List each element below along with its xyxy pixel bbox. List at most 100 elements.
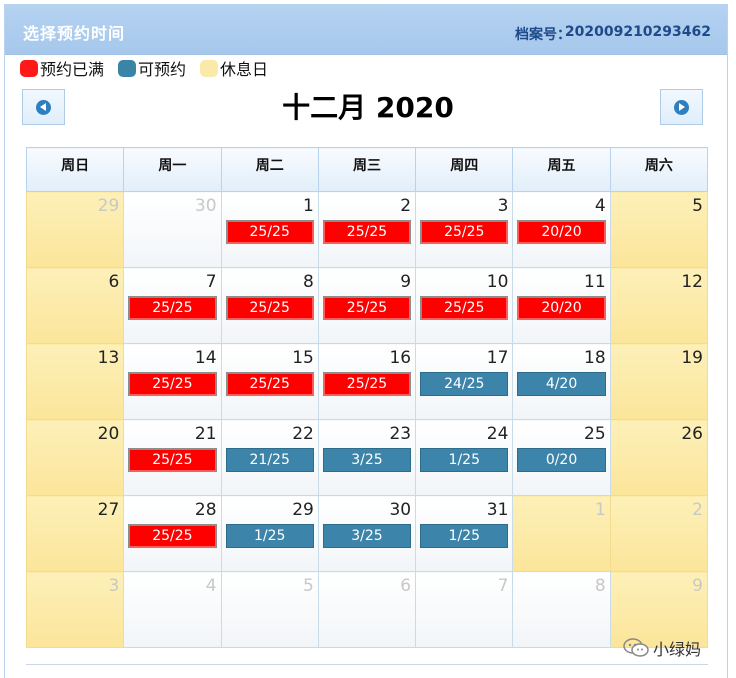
slot-full-badge[interactable]: 25/25 xyxy=(225,296,314,320)
wechat-icon xyxy=(623,638,649,658)
calendar-body: 29 30 1 25/25 2 25/25 3 25/25 4 20/20 5 6 7 25/25 8 25/… xyxy=(25,191,709,648)
calendar-day-cell[interactable]: 29 1/25 xyxy=(220,495,319,572)
calendar-week-row: 3 4 5 6 7 8 9 xyxy=(25,571,709,648)
slot-available-button[interactable]: 1/25 xyxy=(420,448,509,472)
prev-month-button[interactable] xyxy=(22,89,65,125)
day-number: 13 xyxy=(97,348,120,368)
calendar-day-cell[interactable]: 28 25/25 xyxy=(123,495,222,572)
calendar-day-cell: 20 xyxy=(25,419,125,496)
calendar-day-cell: 27 xyxy=(25,495,125,572)
weekday-header-row: 周日 周一 周二 周三 周四 周五 周六 xyxy=(25,147,709,192)
weekday-header: 周二 xyxy=(220,147,319,192)
calendar-day-cell[interactable]: 14 25/25 xyxy=(123,343,222,420)
slot-available-button[interactable]: 1/25 xyxy=(420,524,509,548)
calendar-day-cell[interactable]: 23 3/25 xyxy=(317,419,417,496)
slot-full-badge[interactable]: 25/25 xyxy=(322,220,412,244)
calendar-day-cell: 26 xyxy=(609,419,709,496)
day-number: 19 xyxy=(681,348,703,368)
calendar-day-cell: 3 xyxy=(25,571,125,648)
full-swatch xyxy=(20,59,38,77)
day-number: 9 xyxy=(400,272,412,292)
next-month-button[interactable] xyxy=(660,89,703,125)
legend-label-rest: 休息日 xyxy=(220,60,269,79)
file-number-value: 202009210293462 xyxy=(564,24,711,40)
slot-full-badge[interactable]: 25/25 xyxy=(420,220,509,244)
calendar-week-row: 29 30 1 25/25 2 25/25 3 25/25 4 20/20 5 xyxy=(25,191,709,268)
calendar-day-cell[interactable]: 31 1/25 xyxy=(415,495,514,572)
panel-header: 选择预约时间 档案号： 202009210293462 xyxy=(5,5,727,55)
day-number: 24 xyxy=(486,424,509,444)
calendar-day-cell[interactable]: 10 25/25 xyxy=(415,267,514,344)
slot-available-button[interactable]: 24/25 xyxy=(420,372,509,396)
calendar-grid: 周日 周一 周二 周三 周四 周五 周六 29 30 1 25/25 2 25/25 3 25/25 4 20… xyxy=(25,147,709,648)
calendar-day-cell[interactable]: 3 25/25 xyxy=(415,191,514,268)
chevron-left-icon xyxy=(36,99,51,115)
weekday-header: 周三 xyxy=(317,147,417,192)
slot-full-badge[interactable]: 25/25 xyxy=(225,220,314,244)
watermark: 小绿妈 xyxy=(623,636,701,660)
slot-full-badge[interactable]: 25/25 xyxy=(322,372,412,396)
slot-full-badge[interactable]: 25/25 xyxy=(128,372,217,396)
calendar-day-cell[interactable]: 2 25/25 xyxy=(317,191,417,268)
day-number: 6 xyxy=(108,272,120,292)
day-number: 1 xyxy=(303,196,314,216)
legend-label-full: 预约已满 xyxy=(40,60,105,79)
day-number: 4 xyxy=(594,196,606,216)
slot-full-badge[interactable]: 25/25 xyxy=(420,296,509,320)
day-number: 7 xyxy=(497,576,509,596)
slot-full-badge[interactable]: 25/25 xyxy=(225,372,314,396)
slot-available-button[interactable]: 21/25 xyxy=(225,448,314,472)
legend-label-available: 可预约 xyxy=(138,60,187,79)
day-number: 29 xyxy=(97,196,120,216)
day-number: 10 xyxy=(486,272,509,292)
calendar-day-cell: 6 xyxy=(317,571,417,648)
calendar-day-cell[interactable]: 22 21/25 xyxy=(220,419,319,496)
calendar-day-cell[interactable]: 1 25/25 xyxy=(220,191,319,268)
slot-full-badge[interactable]: 25/25 xyxy=(128,524,217,548)
slot-available-button[interactable]: 3/25 xyxy=(322,448,412,472)
slot-full-badge[interactable]: 20/20 xyxy=(517,220,606,244)
day-number: 2 xyxy=(400,196,412,216)
calendar-day-cell[interactable]: 24 1/25 xyxy=(415,419,514,496)
calendar-day-cell[interactable]: 4 20/20 xyxy=(512,191,611,268)
calendar-day-cell[interactable]: 18 4/20 xyxy=(512,343,611,420)
calendar-day-cell[interactable]: 16 25/25 xyxy=(317,343,417,420)
slot-full-badge[interactable]: 20/20 xyxy=(517,296,606,320)
calendar-day-cell[interactable]: 8 25/25 xyxy=(220,267,319,344)
slot-available-button[interactable]: 4/20 xyxy=(517,372,606,396)
calendar-day-cell[interactable]: 30 3/25 xyxy=(317,495,417,572)
calendar-day-cell[interactable]: 7 25/25 xyxy=(123,267,222,344)
calendar-day-cell[interactable]: 21 25/25 xyxy=(123,419,222,496)
slot-full-badge[interactable]: 25/25 xyxy=(128,448,217,472)
day-number: 14 xyxy=(194,348,217,368)
calendar-day-cell[interactable]: 11 20/20 xyxy=(512,267,611,344)
slot-full-badge[interactable]: 25/25 xyxy=(322,296,412,320)
day-number: 9 xyxy=(692,576,703,596)
calendar-day-cell[interactable]: 15 25/25 xyxy=(220,343,319,420)
day-number: 27 xyxy=(97,500,120,520)
day-number: 6 xyxy=(400,576,412,596)
day-number: 17 xyxy=(486,348,509,368)
day-number: 21 xyxy=(194,424,217,444)
weekday-header: 周六 xyxy=(609,147,709,192)
calendar-day-cell: 12 xyxy=(609,267,709,344)
calendar-day-cell: 29 xyxy=(25,191,125,268)
calendar-day-cell[interactable]: 9 25/25 xyxy=(317,267,417,344)
slot-available-button[interactable]: 3/25 xyxy=(322,524,412,548)
day-number: 5 xyxy=(692,196,703,216)
day-number: 8 xyxy=(303,272,314,292)
calendar-day-cell[interactable]: 25 0/20 xyxy=(512,419,611,496)
slot-available-button[interactable]: 1/25 xyxy=(225,524,314,548)
calendar-day-cell: 5 xyxy=(220,571,319,648)
weekday-header: 周一 xyxy=(123,147,222,192)
calendar-day-cell[interactable]: 17 24/25 xyxy=(415,343,514,420)
day-number: 31 xyxy=(486,500,509,520)
slot-full-badge[interactable]: 25/25 xyxy=(128,296,217,320)
month-title: 十二月 2020 xyxy=(282,91,454,124)
day-number: 5 xyxy=(303,576,314,596)
slot-available-button[interactable]: 0/20 xyxy=(517,448,606,472)
rest-swatch xyxy=(200,59,219,77)
day-number: 20 xyxy=(97,424,120,444)
day-number: 30 xyxy=(389,500,412,520)
day-number: 12 xyxy=(681,272,703,292)
